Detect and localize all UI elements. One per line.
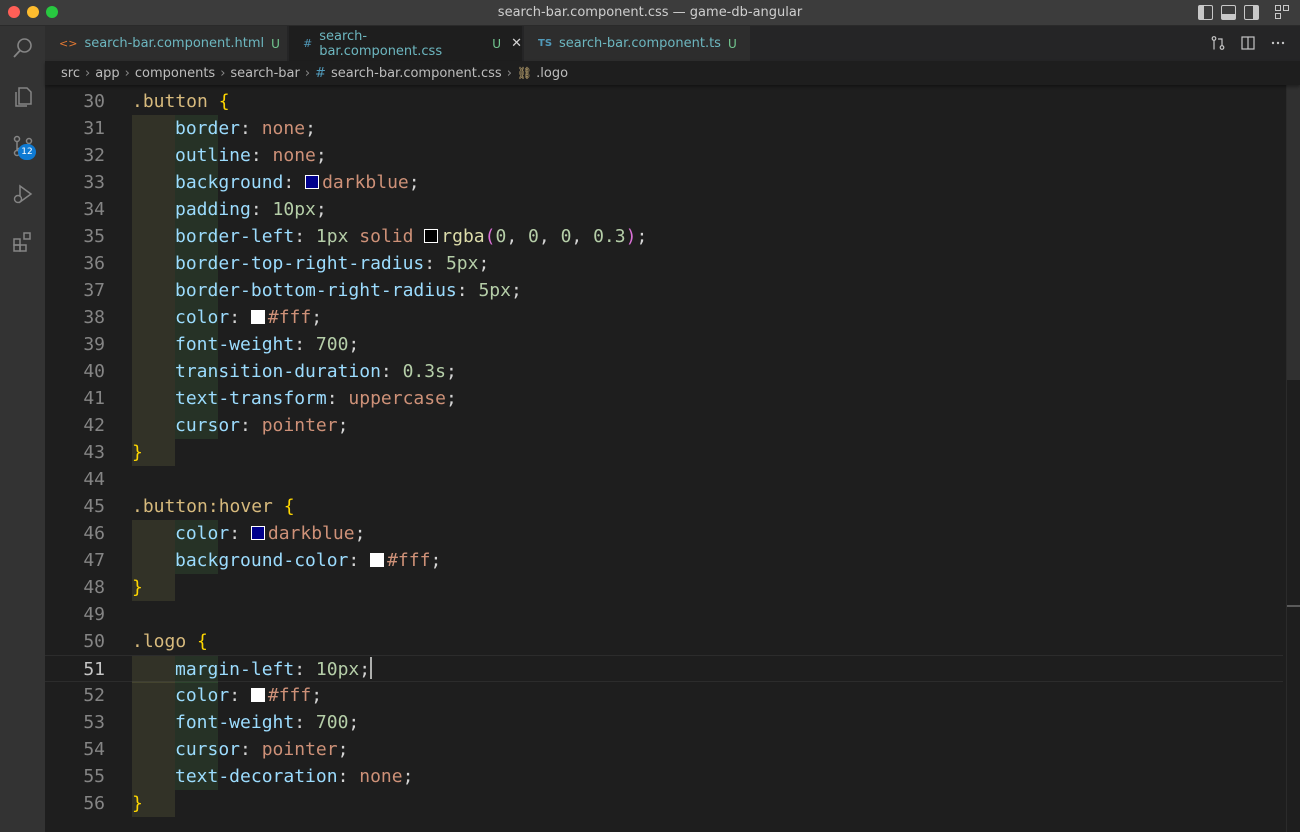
code-line[interactable]: 42 cursor: pointer; — [45, 412, 1283, 439]
code-line[interactable]: 48} — [45, 574, 1283, 601]
breadcrumb-item[interactable]: src — [61, 66, 80, 81]
code-line[interactable]: 35 border-left: 1px solid rgba(0, 0, 0, 0… — [45, 223, 1283, 250]
more-actions-icon[interactable] — [1270, 35, 1286, 51]
source-control-badge: 12 — [18, 144, 36, 160]
code-line[interactable]: 32 outline: none; — [45, 142, 1283, 169]
color-swatch[interactable] — [250, 310, 265, 324]
css-file-icon: # — [303, 37, 313, 50]
tab-label: search-bar.component.html — [84, 36, 265, 51]
code-line[interactable]: 55 text-decoration: none; — [45, 763, 1283, 790]
code-line[interactable]: 40 transition-duration: 0.3s; — [45, 358, 1283, 385]
tab-label: search-bar.component.ts — [559, 36, 721, 51]
chevron-right-icon: › — [84, 65, 91, 81]
split-editor-icon[interactable] — [1240, 35, 1256, 51]
code-line[interactable]: 30 .button { — [45, 88, 1283, 115]
text-cursor — [370, 657, 373, 679]
breadcrumb-symbol[interactable]: .logo — [536, 66, 568, 81]
code-line[interactable]: 44 — [45, 466, 1283, 493]
open-changes-icon[interactable] — [1210, 35, 1226, 51]
run-debug-icon[interactable] — [0, 174, 45, 214]
code-line[interactable]: 36 border-top-right-radius: 5px; — [45, 250, 1283, 277]
code-line[interactable]: 47 background-color: #fff; — [45, 547, 1283, 574]
code-line[interactable]: 52 color: #fff; — [45, 682, 1283, 709]
html-file-icon: <> — [59, 37, 78, 50]
close-tab-icon[interactable]: ✕ — [511, 36, 522, 51]
breadcrumb-file[interactable]: search-bar.component.css — [331, 66, 502, 81]
code-line[interactable]: 50 .logo { — [45, 628, 1283, 655]
activity-bar: 12 — [0, 26, 45, 832]
title-bar: search-bar.component.css — game-db-angul… — [0, 0, 1300, 26]
chevron-right-icon: › — [304, 65, 311, 81]
tab-ts-file[interactable]: TS search-bar.component.ts U — [524, 26, 751, 61]
scrollbar-thumb[interactable] — [1287, 85, 1300, 380]
code-line[interactable]: 31 border: none; — [45, 115, 1283, 142]
search-icon[interactable] — [0, 28, 45, 68]
vertical-scrollbar[interactable] — [1286, 85, 1300, 832]
tab-css-file[interactable]: # search-bar.component.css U ✕ — [289, 26, 523, 61]
code-line[interactable]: 37 border-bottom-right-radius: 5px; — [45, 277, 1283, 304]
color-swatch[interactable] — [250, 526, 265, 540]
source-control-icon[interactable]: 12 — [0, 126, 45, 166]
code-line[interactable]: 33 background: darkblue; — [45, 169, 1283, 196]
breadcrumb: src › app › components › search-bar › # … — [45, 61, 1300, 85]
code-line[interactable]: 46 color: darkblue; — [45, 520, 1283, 547]
window-title: search-bar.component.css — game-db-angul… — [497, 5, 803, 20]
breadcrumb-item[interactable]: components — [135, 66, 215, 81]
code-line[interactable]: 54 cursor: pointer; — [45, 736, 1283, 763]
color-swatch[interactable] — [305, 175, 320, 189]
tab-html-file[interactable]: <> search-bar.component.html U — [45, 26, 288, 61]
tab-label: search-bar.component.css — [319, 28, 443, 59]
editor-tab-bar: <> search-bar.component.html U # search-… — [45, 26, 1300, 61]
code-line[interactable]: 34 padding: 10px; — [45, 196, 1283, 223]
typescript-file-icon: TS — [538, 38, 553, 49]
scroll-position-marker — [1287, 605, 1300, 607]
color-swatch[interactable] — [424, 229, 439, 243]
css-file-icon: # — [315, 65, 326, 81]
selector-symbol-icon: ⛓ — [516, 66, 533, 80]
code-editor[interactable]: 30 .button {31 border: none; 32 outline: non… — [45, 85, 1300, 832]
untracked-badge: U — [727, 36, 737, 51]
code-line[interactable]: 41 text-transform: uppercase; — [45, 385, 1283, 412]
chevron-right-icon: › — [124, 65, 130, 81]
code-line[interactable]: 43} — [45, 439, 1283, 466]
chevron-right-icon: › — [506, 65, 512, 81]
untracked-badge: U — [271, 36, 280, 51]
untracked-badge: U — [492, 36, 502, 51]
explorer-icon[interactable] — [0, 77, 45, 117]
extensions-icon[interactable] — [0, 222, 45, 262]
breadcrumb-item[interactable]: app — [95, 66, 119, 81]
toggle-panel-icon[interactable] — [1221, 5, 1236, 20]
color-swatch[interactable] — [250, 688, 265, 702]
code-line[interactable]: 53 font-weight: 700; — [45, 709, 1283, 736]
code-line[interactable]: 38 color: #fff; — [45, 304, 1283, 331]
code-line[interactable]: 56} — [45, 790, 1283, 817]
chevron-right-icon: › — [220, 65, 226, 81]
toggle-primary-sidebar-icon[interactable] — [1198, 5, 1213, 20]
code-line[interactable]: 49 — [45, 601, 1283, 628]
code-line[interactable]: 45 .button:hover { — [45, 493, 1283, 520]
toggle-secondary-sidebar-icon[interactable] — [1244, 5, 1259, 20]
customize-layout-icon[interactable] — [1275, 5, 1290, 20]
color-swatch[interactable] — [370, 553, 385, 567]
breadcrumb-item[interactable]: search-bar — [230, 66, 299, 81]
code-line[interactable]: 39 font-weight: 700; — [45, 331, 1283, 358]
code-line[interactable]: 51 margin-left: 10px; — [45, 655, 1283, 683]
